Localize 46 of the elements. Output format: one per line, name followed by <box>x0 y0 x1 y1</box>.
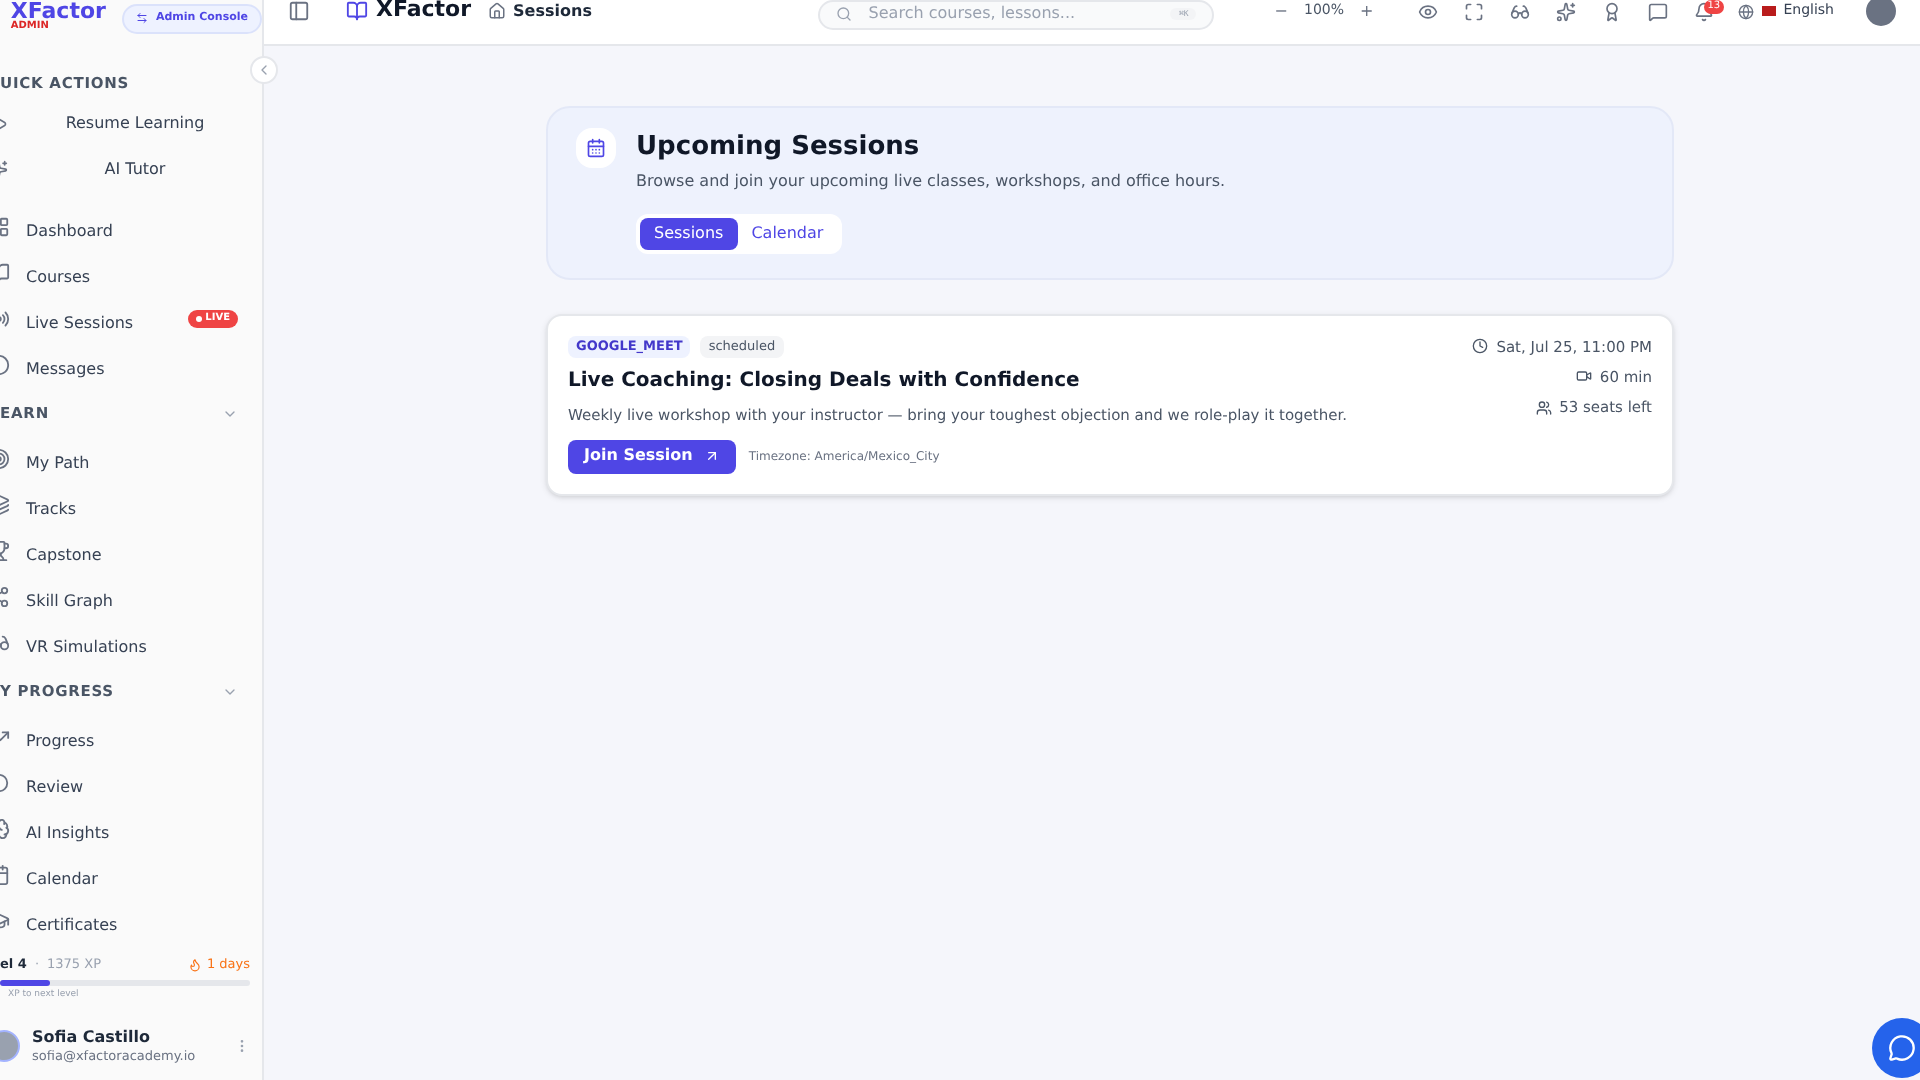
brand-name: XFactor <box>10 0 106 22</box>
chevron-left-icon <box>256 62 272 78</box>
tab[interactable]: Calendar <box>737 217 838 249</box>
zoom-in-button[interactable]: + <box>1360 0 1374 23</box>
chevron-icon[interactable] <box>222 684 238 700</box>
home-icon <box>487 2 506 20</box>
clock-icon <box>1472 338 1489 355</box>
tab[interactable]: Sessions <box>640 217 738 249</box>
panel-toggle-icon[interactable] <box>288 0 310 22</box>
user-name: Sofia Castillo <box>32 1027 152 1048</box>
nav-item[interactable]: Tracks <box>0 482 262 528</box>
users-icon <box>1535 399 1552 416</box>
nav-item[interactable]: Review <box>0 760 262 806</box>
avatar[interactable] <box>1866 0 1896 26</box>
nav-item[interactable]: Messages <box>0 342 262 388</box>
nav-item[interactable]: Skill Graph <box>0 574 262 620</box>
session-title: Live Coaching: Closing Deals with Confidence <box>568 368 1082 397</box>
flag-icon <box>1761 6 1776 16</box>
nav-item[interactable]: My Path <box>0 436 262 482</box>
page-title: Upcoming Sessions <box>636 130 922 166</box>
nav-item[interactable]: Calendar <box>0 852 262 898</box>
app-name: XFactor <box>376 0 472 27</box>
page-subtitle: Browse and join your upcoming live classes, workshops, and office hours. <box>636 169 1226 193</box>
nav-item[interactable]: Capstone <box>0 528 262 574</box>
flame-icon <box>188 957 203 972</box>
fullscreen-icon[interactable] <box>1463 1 1484 21</box>
eye-icon[interactable] <box>1417 1 1438 21</box>
search-icon <box>836 6 853 22</box>
swap-icon <box>135 12 148 24</box>
nav-item[interactable]: Certificates <box>0 898 262 944</box>
quick-action[interactable]: AI Tutor <box>0 146 262 192</box>
quick-action[interactable]: Resume Learning <box>0 100 262 146</box>
nav-item[interactable]: Dashboard <box>0 204 262 250</box>
nav-item[interactable]: VR Simulations <box>0 620 262 666</box>
video-icon <box>1575 368 1592 385</box>
zoom-out-button[interactable]: − <box>1274 0 1288 23</box>
breadcrumb[interactable]: Sessions <box>513 0 592 23</box>
external-arrow-icon <box>704 448 721 464</box>
nav-item[interactable]: Progress <box>0 714 262 760</box>
join-session-button[interactable]: Join Session <box>568 439 737 473</box>
globe-icon <box>1737 3 1754 19</box>
chat-button[interactable] <box>1872 1018 1920 1078</box>
nav-item[interactable]: Courses <box>0 250 262 296</box>
chevron-icon[interactable] <box>222 406 238 422</box>
search-input[interactable]: Search courses, lessons... <box>868 2 1155 26</box>
nav-item[interactable]: AI Insights <box>0 806 262 852</box>
